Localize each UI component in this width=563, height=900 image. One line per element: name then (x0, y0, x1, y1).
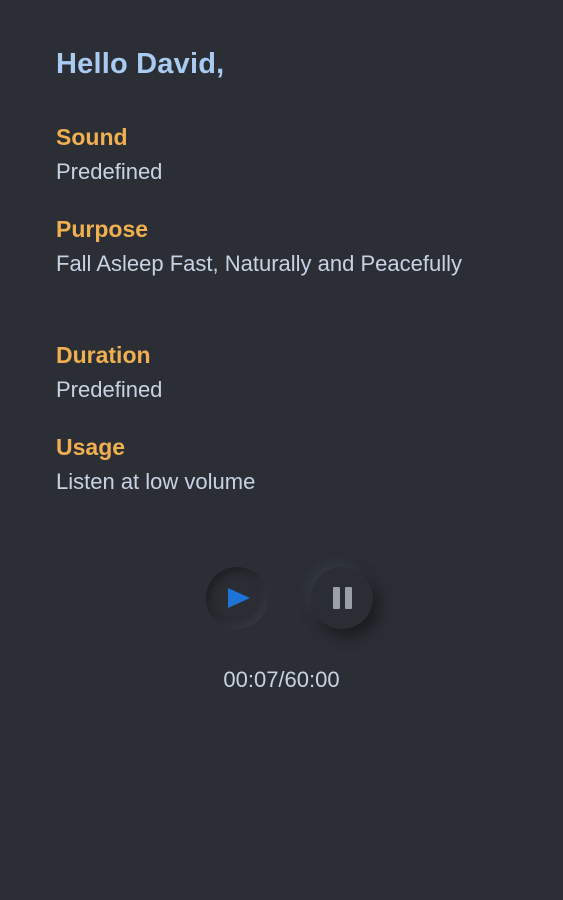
duration-label: Duration (56, 342, 151, 368)
duration-value: Predefined (56, 377, 163, 402)
sound-field: Sound Predefined (56, 122, 162, 187)
play-icon (228, 588, 250, 608)
sound-value: Predefined (56, 159, 163, 184)
duration-field: Duration Predefined (56, 340, 162, 405)
playback-timer: 00:07/60:00 (223, 667, 340, 692)
usage-value: Listen at low volume (56, 469, 256, 494)
play-button[interactable] (206, 567, 268, 629)
pause-button[interactable] (311, 567, 373, 629)
usage-field: Usage Listen at low volume (56, 432, 255, 497)
purpose-value: Fall Asleep Fast, Naturally and Peaceful… (56, 251, 462, 276)
purpose-label: Purpose (56, 216, 149, 242)
sound-label: Sound (56, 124, 128, 150)
usage-label: Usage (56, 434, 126, 460)
purpose-field: Purpose Fall Asleep Fast, Naturally and … (56, 214, 462, 279)
player-controls (0, 560, 563, 640)
pause-bar-left (332, 587, 340, 609)
pause-icon (332, 587, 352, 609)
greeting-title: Hello David, (56, 48, 225, 80)
pause-bar-right (344, 587, 352, 609)
player-screen: Hello David, Sound Predefined Purpose Fa… (0, 0, 563, 900)
